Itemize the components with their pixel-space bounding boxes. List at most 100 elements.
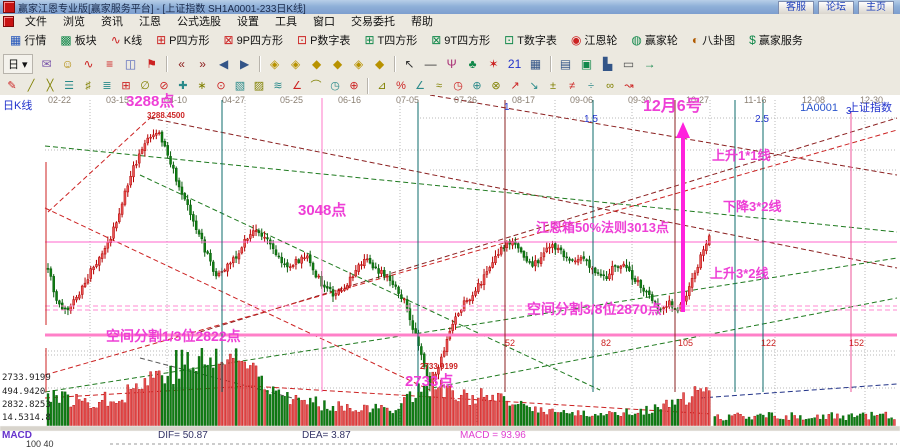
toolbar-button[interactable]: ⊠9P四方形 (218, 29, 290, 51)
pane-splitter[interactable] (0, 426, 900, 431)
expand-h-icon[interactable]: ◈ (349, 55, 369, 74)
last-icon[interactable]: » (193, 55, 213, 74)
grid-icon[interactable]: ▤ (556, 55, 576, 74)
triangle-tool-icon[interactable]: ⊿ (373, 77, 391, 94)
menu-item[interactable]: 江恩 (131, 13, 169, 29)
toolbar-button[interactable]: ⊞P四方形 (150, 29, 215, 51)
toolbar-button[interactable]: ⊡T数字表 (498, 29, 563, 51)
line-icon[interactable]: — (421, 55, 441, 74)
toolbar-button[interactable]: ▦行情 (4, 29, 52, 51)
gann-line[interactable] (48, 118, 150, 212)
kline-squiggle-icon[interactable]: ∿ (79, 55, 99, 74)
toolbar-button[interactable]: ◉江恩轮 (565, 29, 623, 51)
smiley-icon[interactable]: ☺ (58, 55, 78, 74)
calculator-icon[interactable]: ▦ (526, 55, 546, 74)
zoom-down-icon[interactable]: ◆ (328, 55, 348, 74)
menu-item[interactable]: 浏览 (55, 13, 93, 29)
hatch-tool-icon[interactable]: ▧ (231, 77, 249, 94)
titlebar-button[interactable]: 客服 (778, 1, 814, 15)
menu-item[interactable]: 资讯 (93, 13, 131, 29)
period-dropdown[interactable]: 日 ▾ (3, 54, 33, 74)
percent-tool-icon[interactable]: % (392, 77, 410, 94)
clock-tool-icon[interactable]: ◷ (449, 77, 467, 94)
mail-icon[interactable]: ✉ (37, 55, 57, 74)
time-cycle-icon[interactable]: ◷ (326, 77, 344, 94)
zoom-right-icon[interactable]: ◈ (286, 55, 306, 74)
toolbar-button[interactable]: ⊠9T四方形 (425, 29, 496, 51)
gann-line[interactable] (430, 95, 897, 175)
approx-tool-icon[interactable]: ≈ (430, 77, 448, 94)
ruler-icon[interactable]: ≣ (98, 77, 116, 94)
circle-tool-icon[interactable]: ∅ (136, 77, 154, 94)
flag-icon[interactable]: ⚑ (142, 55, 162, 74)
image-icon[interactable]: ▣ (577, 55, 597, 74)
squiggle-tool-icon[interactable]: ↝ (620, 77, 638, 94)
plus-tool-icon[interactable]: ✚ (174, 77, 192, 94)
gann-line[interactable] (45, 146, 897, 232)
menu-item[interactable]: 工具 (267, 13, 305, 29)
titlebar-button[interactable]: 主页 (858, 1, 894, 15)
box-tool-icon[interactable]: ⊞ (117, 77, 135, 94)
menu-item[interactable]: 设置 (229, 13, 267, 29)
toolbar-button[interactable]: ◐八卦图 (686, 29, 741, 51)
print-icon[interactable]: ▭ (619, 55, 639, 74)
cycle-tool-icon[interactable]: ⊘ (155, 77, 173, 94)
save-icon[interactable]: ▙ (598, 55, 618, 74)
dot-tool-icon[interactable]: ⊙ (212, 77, 230, 94)
otimes-tool-icon[interactable]: ⊗ (487, 77, 505, 94)
gann-line[interactable] (45, 258, 897, 392)
gann-line[interactable] (45, 208, 430, 390)
prev-icon[interactable]: ◀ (214, 55, 234, 74)
hlines-icon[interactable]: ☰ (60, 77, 78, 94)
menu-item[interactable]: 窗口 (305, 13, 343, 29)
noteq-tool-icon[interactable]: ≠ (563, 77, 581, 94)
toolbar-button[interactable]: ⊞T四方形 (358, 29, 423, 51)
burst-icon[interactable]: ✶ (484, 55, 504, 74)
gann-line[interactable] (200, 118, 897, 332)
wave-tool-icon[interactable]: ≋ (269, 77, 287, 94)
gann-line[interactable] (150, 118, 897, 268)
cross-line-icon[interactable]: ╳ (41, 77, 59, 94)
plusminus-tool-icon[interactable]: ± (544, 77, 562, 94)
zoom-left-icon[interactable]: ◈ (265, 55, 285, 74)
infinity-tool-icon[interactable]: ∞ (601, 77, 619, 94)
up-arrow-tool-icon[interactable]: ↗ (506, 77, 524, 94)
gann-line[interactable] (140, 175, 600, 390)
note-icon[interactable]: ◫ (121, 55, 141, 74)
tree-icon[interactable]: ♣ (463, 55, 483, 74)
calendar-21-icon[interactable]: 21 (505, 55, 525, 74)
gann-line[interactable] (432, 298, 897, 388)
toolbar-button[interactable]: ◍赢家轮 (625, 29, 683, 51)
chart-bars-icon[interactable]: ≡ (100, 55, 120, 74)
pencil-icon[interactable]: ✎ (3, 77, 21, 94)
expand-v-icon[interactable]: ◆ (370, 55, 390, 74)
oplus-tool-icon[interactable]: ⊕ (468, 77, 486, 94)
trend-line-icon[interactable]: ╱ (22, 77, 40, 94)
angle-tool-icon[interactable]: ∠ (288, 77, 306, 94)
toolbar-button[interactable]: ∿K线 (105, 29, 148, 51)
gann-grid-icon[interactable]: ♯ (79, 77, 97, 94)
target-tool-icon[interactable]: ⊕ (345, 77, 363, 94)
hatch2-tool-icon[interactable]: ▨ (250, 77, 268, 94)
zoom-up-icon[interactable]: ◆ (307, 55, 327, 74)
toolbar-button[interactable]: ⊡P数字表 (291, 29, 356, 51)
gann-line[interactable] (700, 384, 897, 398)
pointer-icon[interactable]: ↖ (400, 55, 420, 74)
menu-item[interactable]: 帮助 (403, 13, 441, 29)
export-icon[interactable]: → (640, 55, 660, 74)
next-icon[interactable]: ▶ (235, 55, 255, 74)
toolbar-button[interactable]: ▩板块 (54, 29, 102, 51)
branch-icon[interactable]: Ψ (442, 55, 462, 74)
kline-chart-svg[interactable]: 02-2203-1504-1004-2705-2506-1607-0507-26… (0, 95, 900, 448)
first-icon[interactable]: « (172, 55, 192, 74)
divide-tool-icon[interactable]: ÷ (582, 77, 600, 94)
titlebar-button[interactable]: 论坛 (818, 1, 854, 15)
toolbar-button[interactable]: $赢家服务 (743, 29, 809, 51)
chart-area[interactable]: 02-2203-1504-1004-2705-2506-1607-0507-26… (0, 95, 900, 448)
star-tool-icon[interactable]: ∗ (193, 77, 211, 94)
down-arrow-tool-icon[interactable]: ↘ (525, 77, 543, 94)
menu-item[interactable]: 交易委托 (343, 13, 403, 29)
menu-item[interactable]: 公式选股 (169, 13, 229, 29)
arc-tool-icon[interactable]: ⌒ (307, 77, 325, 94)
menu-item[interactable]: 文件 (17, 13, 55, 29)
